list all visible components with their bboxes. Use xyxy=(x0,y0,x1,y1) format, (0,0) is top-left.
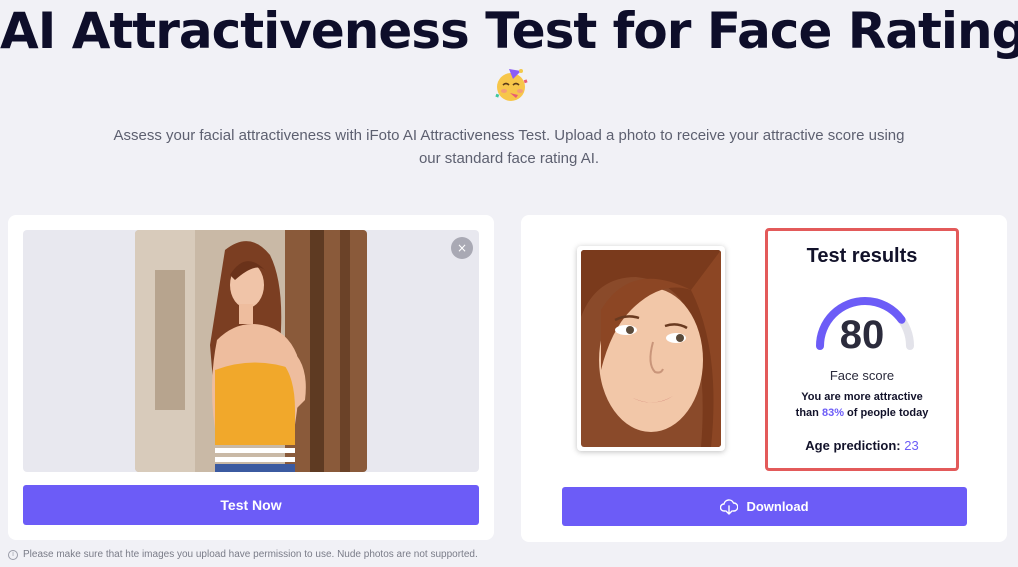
page-title: AI Attractiveness Test for Face Rating xyxy=(0,2,1018,60)
face-crop xyxy=(577,246,725,451)
download-label: Download xyxy=(746,499,809,514)
uploaded-photo xyxy=(135,230,367,472)
results-title: Test results xyxy=(806,245,918,267)
results-card: Test results 80 Face score You are more … xyxy=(521,215,1007,542)
upload-preview: × xyxy=(23,230,479,472)
test-now-label: Test Now xyxy=(220,497,282,513)
download-button[interactable]: Download xyxy=(562,487,967,526)
remove-photo-button[interactable]: × xyxy=(451,237,473,259)
attractive-line-1: You are more attractive xyxy=(801,391,923,403)
info-icon: i xyxy=(8,549,18,560)
percentile-value: 83% xyxy=(821,407,844,419)
face-score-label: Face score xyxy=(829,368,895,383)
face-score-value: 80 xyxy=(839,313,885,357)
close-icon: × xyxy=(456,241,468,255)
age-prediction: Age prediction: 23 xyxy=(768,438,956,453)
cloud-download-icon xyxy=(720,498,739,515)
attractiveness-summary: You are more attractive than 83% of peop… xyxy=(768,389,956,421)
upload-note: i Please make sure that hte images you u… xyxy=(8,549,478,560)
subtitle-line-1: Assess your facial attractiveness with i… xyxy=(113,127,905,144)
upload-note-text: Please make sure that hte images you upl… xyxy=(23,549,478,560)
test-results-panel: Test results 80 Face score You are more … xyxy=(765,228,959,471)
attractive-prefix: than xyxy=(795,407,822,419)
subtitle-line-2: our standard face rating AI. xyxy=(418,150,600,167)
age-value: 23 xyxy=(904,438,919,453)
face-crop-image xyxy=(581,250,721,447)
age-label: Age prediction: xyxy=(805,438,901,453)
partying-face-emoji-icon xyxy=(495,69,528,101)
uploaded-photo-image xyxy=(135,230,367,472)
upload-card: × Test Now xyxy=(8,215,494,540)
test-now-button[interactable]: Test Now xyxy=(23,485,479,525)
attractive-suffix: of people today xyxy=(843,407,929,419)
attractive-line-2: than 83% of people today xyxy=(768,405,956,421)
page-subtitle: Assess your facial attractiveness with i… xyxy=(80,124,938,170)
